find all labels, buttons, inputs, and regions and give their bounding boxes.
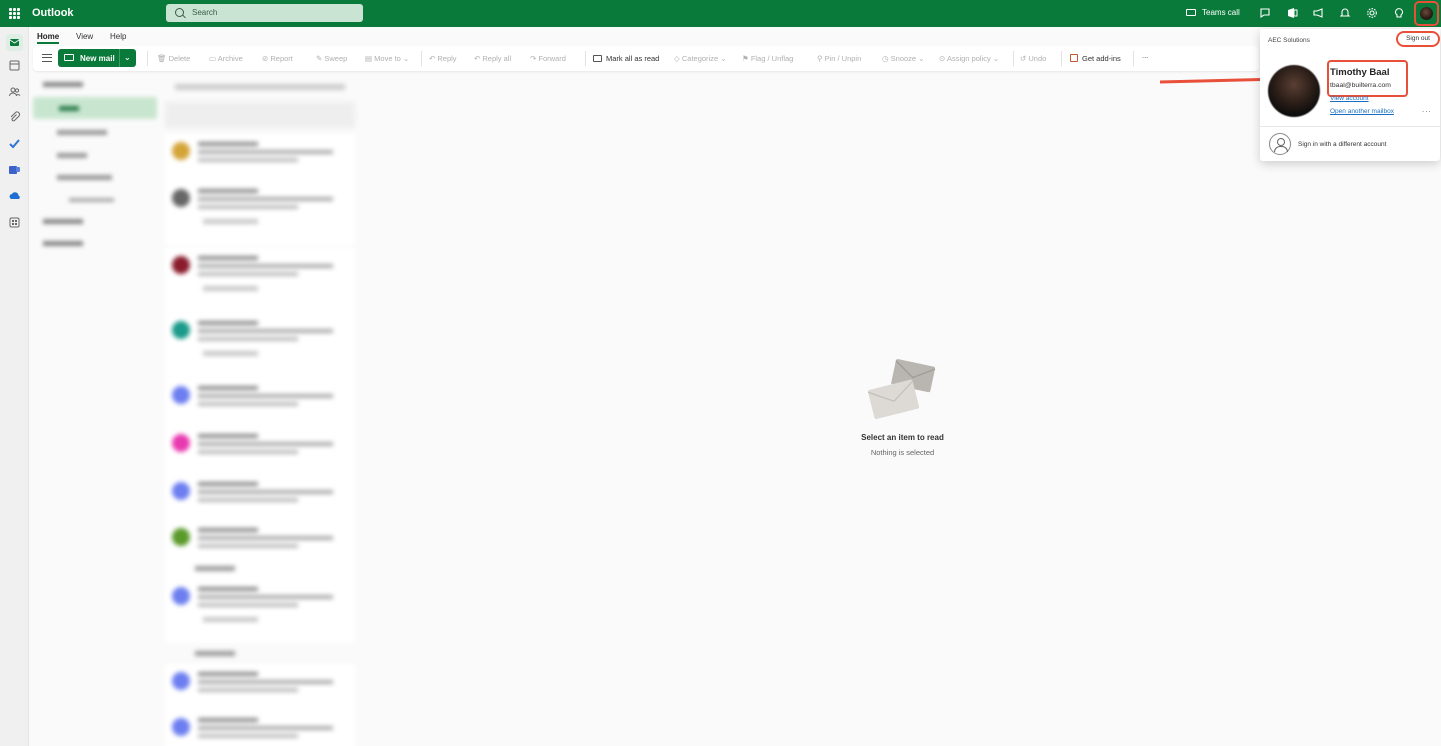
avatar	[1268, 65, 1320, 117]
group-header	[195, 566, 235, 571]
more-apps-icon[interactable]	[8, 216, 21, 229]
reading-pane: Select an item to read Nothing is select…	[360, 71, 1441, 746]
user-email: tbaal@builterra.com	[1330, 82, 1391, 89]
list-item[interactable]	[165, 248, 355, 312]
more-options-button[interactable]: ...	[1422, 105, 1432, 114]
empty-envelopes-icon	[867, 359, 936, 419]
empty-state-subtitle: Nothing is selected	[870, 448, 935, 457]
list-item[interactable]	[165, 313, 355, 377]
name-highlight-box	[1327, 60, 1408, 97]
user-name: Timothy Baal	[1330, 67, 1390, 78]
folder-sent[interactable]	[57, 130, 107, 135]
list-item[interactable]	[165, 579, 355, 643]
annotation-arrows	[1159, 37, 1440, 88]
folder-folders[interactable]	[43, 219, 83, 224]
account-card: AEC Solutions Sign out Timothy Baal tbaa…	[1260, 29, 1440, 161]
list-item[interactable]	[165, 520, 355, 584]
sign-out-button[interactable]: Sign out	[1396, 31, 1440, 47]
folder-deleted[interactable]	[57, 175, 112, 180]
message-list	[165, 74, 358, 746]
view-account-link[interactable]: View account	[1330, 95, 1369, 102]
app-rail	[0, 27, 29, 746]
onedrive-icon[interactable]	[8, 189, 21, 202]
add-person-icon[interactable]	[1269, 133, 1291, 155]
list-item[interactable]	[165, 181, 355, 245]
sign-in-different-account[interactable]: Sign in with a different account	[1298, 141, 1386, 148]
folder-add-favorite[interactable]	[69, 198, 114, 202]
group-header	[195, 651, 235, 656]
list-item[interactable]	[165, 710, 355, 746]
folder-pane	[29, 71, 160, 746]
folder-drafts[interactable]	[57, 153, 87, 158]
folder-groups[interactable]	[43, 241, 83, 246]
todo-icon[interactable]	[8, 137, 21, 150]
open-mailbox-link[interactable]: Open another mailbox	[1330, 108, 1394, 115]
empty-state-title: Select an item to read	[861, 433, 944, 442]
teams-icon[interactable]	[8, 163, 21, 176]
divider	[1260, 126, 1440, 127]
organization-name: AEC Solutions	[1268, 37, 1310, 44]
